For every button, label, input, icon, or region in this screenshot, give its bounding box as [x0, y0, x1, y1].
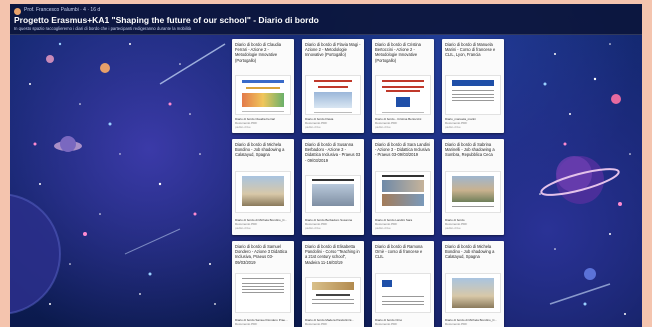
- attachment-source: padlet-drive: [445, 124, 461, 129]
- post-meta: Diario di bordo di Michela Bondino_C... …: [445, 319, 503, 327]
- post-title: Diario di bordo di Cristina Bertoccini -…: [375, 42, 421, 63]
- post-card[interactable]: Diario di bordo di Michela Bondino - Job…: [232, 139, 294, 235]
- pdf-thumbnail[interactable]: [235, 273, 291, 313]
- pdf-thumbnail[interactable]: [235, 171, 291, 213]
- post-title: Diario di bordo di Sara Landini - Azione…: [375, 142, 431, 158]
- post-meta: Diario di bordo - Cristina Bertoccini Do…: [375, 118, 433, 129]
- post-meta: Diario di bordo di Michela Bondino_C... …: [235, 219, 293, 230]
- planet-small-right: [611, 94, 621, 104]
- post-title: Diario di bordo di Michela Bondino - Job…: [235, 142, 285, 158]
- post-card[interactable]: Diario di bordo di Sabrina Marinelli - J…: [442, 139, 504, 235]
- posts-grid: Diario di bordo di Claudia Ferrari - Azi…: [232, 39, 532, 327]
- post-meta: Diario di bordo Claudia Ferrari Document…: [235, 118, 293, 129]
- post-title: Diario di bordo di Flavia Magi - Azione …: [305, 42, 361, 58]
- post-card[interactable]: Diario di bordo di Claudia Ferrari - Azi…: [232, 39, 294, 133]
- pdf-thumbnail[interactable]: [375, 75, 431, 115]
- pdf-thumbnail[interactable]: [305, 175, 361, 213]
- post-meta: Diario_manuela_marini Documento PDF padl…: [445, 118, 503, 129]
- pdf-thumbnail[interactable]: [445, 75, 501, 115]
- post-meta: Diario di bordo Samuel Dondero Prae... D…: [235, 319, 293, 327]
- post-meta: Diario di bordo Flavia Documento PDF pad…: [305, 118, 363, 129]
- planet-orange: [100, 63, 110, 73]
- post-title: Diario di bordo di Ramona Ornè - corso d…: [375, 244, 423, 260]
- attachment-source: padlet-drive: [305, 225, 321, 230]
- post-title: Diario di bordo di Samuel Dondero - Azio…: [235, 244, 288, 265]
- post-title: Diario di bordo di Susanna Berbadoro - A…: [305, 142, 361, 163]
- post-meta: Diario di bordo Berbadoro Susanna Docume…: [305, 219, 363, 230]
- attachment-source: padlet-drive: [235, 225, 251, 230]
- planet-left: [10, 194, 60, 314]
- attachment-source: padlet-drive: [375, 124, 391, 129]
- post-card[interactable]: Diario di bordo di Cristina Bertoccini -…: [372, 39, 434, 133]
- author-line: Prof. Francesco Palumbi · 4 · 16 d: [24, 7, 101, 13]
- board-title: Progetto Erasmus+KA1 "Shaping the future…: [14, 15, 319, 25]
- post-title: Diario di bordo di Elisabetta Pandolini …: [305, 244, 360, 265]
- post-card[interactable]: Diario di bordo di Flavia Magi - Azione …: [302, 39, 364, 133]
- comet: [159, 43, 226, 85]
- post-card[interactable]: Diario di bordo di Michela Bondino - Job…: [442, 241, 504, 327]
- post-title: Diario di bordo di Sabrina Marinelli - J…: [445, 142, 495, 158]
- post-card[interactable]: Diario di bordo di Susanna Berbadoro - A…: [302, 139, 364, 235]
- post-meta: Diario di bordo Madera Pandolini E... Do…: [305, 319, 363, 327]
- board-header: Prof. Francesco Palumbi · 4 · 16 d Proge…: [10, 4, 642, 35]
- post-card[interactable]: Diario di bordo di Elisabetta Pandolini …: [302, 241, 364, 327]
- post-title: Diario di bordo di Michela Bondino - Job…: [445, 244, 495, 260]
- pdf-thumbnail[interactable]: [445, 171, 501, 213]
- post-card[interactable]: Diario di bordo di Manuela Marini - Cors…: [442, 39, 504, 133]
- padlet-board: Prof. Francesco Palumbi · 4 · 16 d Proge…: [10, 4, 642, 327]
- pdf-thumbnail[interactable]: [305, 277, 361, 313]
- board-subtitle: In questo spazio raccoglieremo i diari d…: [14, 26, 192, 31]
- post-title: Diario di bordo di Claudia Ferrari - Azi…: [235, 42, 281, 63]
- attachment-source: padlet-drive: [305, 124, 321, 129]
- pdf-thumbnail[interactable]: [235, 75, 291, 115]
- pdf-thumbnail[interactable]: [375, 273, 431, 313]
- pdf-thumbnail[interactable]: [375, 171, 431, 213]
- post-card[interactable]: Diario di bordo di Ramona Ornè - corso d…: [372, 241, 434, 327]
- author-avatar[interactable]: [14, 8, 21, 15]
- planet-top: [46, 55, 54, 63]
- post-title: Diario di bordo di Manuela Marini - Cors…: [445, 42, 496, 58]
- post-meta: Diario di bordo Landini Sara Documento P…: [375, 219, 433, 230]
- attachment-source: padlet-drive: [375, 225, 391, 230]
- pdf-thumbnail[interactable]: [305, 75, 361, 115]
- post-card[interactable]: Diario di bordo di Samuel Dondero - Azio…: [232, 241, 294, 327]
- attachment-source: padlet-drive: [445, 225, 461, 230]
- post-card[interactable]: Diario di bordo di Sara Landini - Azione…: [372, 139, 434, 235]
- post-meta: Diario di bordo Ornè Documento PDF padle…: [375, 319, 433, 327]
- attachment-source: padlet-drive: [235, 124, 251, 129]
- post-meta: Diario di bordo Documento PDF padlet-dri…: [445, 219, 503, 230]
- pdf-thumbnail[interactable]: [445, 273, 501, 313]
